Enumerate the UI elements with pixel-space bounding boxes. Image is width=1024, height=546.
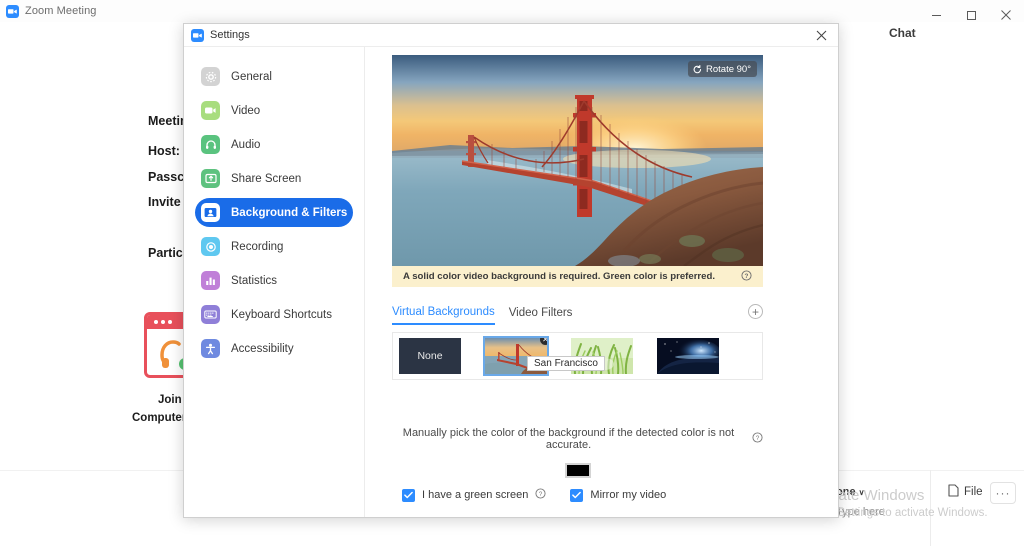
keyboard-icon xyxy=(201,305,220,324)
settings-dialog-title: Settings xyxy=(210,29,250,41)
svg-text:?: ? xyxy=(745,272,749,279)
headset-icon xyxy=(201,135,220,154)
chat-more-button[interactable]: ··· xyxy=(990,482,1016,504)
rotate-icon xyxy=(693,64,702,74)
sidebar-item-general[interactable]: General xyxy=(195,62,353,91)
background-thumbnail-strip: None ✕ San Francisco xyxy=(392,332,763,380)
sidebar-item-audio[interactable]: Audio xyxy=(195,130,353,159)
tab-video-filters[interactable]: Video Filters xyxy=(509,307,573,324)
green-screen-notice-text: A solid color video background is requir… xyxy=(402,271,716,282)
sidebar-item-share-screen[interactable]: Share Screen xyxy=(195,164,353,193)
sidebar-item-label: Keyboard Shortcuts xyxy=(231,308,333,321)
zoom-logo-icon xyxy=(191,28,204,42)
settings-titlebar: Settings xyxy=(184,24,838,47)
file-icon xyxy=(948,484,959,500)
sidebar-item-recording[interactable]: Recording xyxy=(195,232,353,261)
record-circle-icon xyxy=(201,237,220,256)
chat-panel-title: Chat xyxy=(889,26,916,40)
sidebar-item-statistics[interactable]: Statistics xyxy=(195,266,353,295)
thumbnail-none-label: None xyxy=(417,350,443,362)
svg-text:?: ? xyxy=(539,491,543,498)
close-button[interactable] xyxy=(986,0,1024,30)
thumbnail-tooltip: San Francisco xyxy=(527,356,605,371)
sidebar-item-background-and-filters[interactable]: Background & Filters xyxy=(195,198,353,227)
zoom-logo-icon xyxy=(6,4,19,18)
sidebar-item-label: Background & Filters xyxy=(231,206,348,219)
zoom-meeting-title: Zoom Meeting xyxy=(25,5,97,17)
rotate-90-button[interactable]: Rotate 90° xyxy=(688,61,757,77)
thumbnail-none[interactable]: None xyxy=(399,338,461,374)
sidebar-item-label: Accessibility xyxy=(231,342,294,355)
manual-color-text: Manually pick the color of the backgroun… xyxy=(402,427,735,451)
settings-close-button[interactable] xyxy=(804,24,838,47)
option-mirror-video[interactable]: Mirror my video xyxy=(570,488,667,502)
video-camera-icon xyxy=(201,101,220,120)
settings-dialog: Settings General Video Audio Share Scree… xyxy=(183,23,839,518)
join-audio-label-1: Join xyxy=(158,394,182,406)
chat-send-to-dropdown[interactable]: one ∨ xyxy=(836,486,864,498)
help-icon[interactable]: ? xyxy=(741,269,752,284)
help-icon[interactable]: ? xyxy=(535,488,546,502)
rotate-90-label: Rotate 90° xyxy=(706,63,751,75)
maximize-button[interactable] xyxy=(951,0,991,30)
background-color-swatch[interactable] xyxy=(564,463,591,478)
green-screen-notice: A solid color video background is requir… xyxy=(392,266,763,287)
gear-icon xyxy=(201,67,220,86)
sidebar-item-label: Audio xyxy=(231,138,261,151)
host-label: Host: xyxy=(148,144,180,158)
share-screen-icon xyxy=(201,169,220,188)
person-card-icon xyxy=(201,203,220,222)
background-options: I have a green screen ? Mirror my video xyxy=(392,488,763,502)
svg-text:?: ? xyxy=(756,435,760,442)
chat-file-button[interactable]: File xyxy=(948,484,983,500)
background-tabs: Virtual Backgrounds Video Filters + xyxy=(392,304,763,325)
tab-virtual-backgrounds[interactable]: Virtual Backgrounds xyxy=(392,306,495,325)
sidebar-item-label: General xyxy=(231,70,272,83)
mirror-video-checkbox[interactable] xyxy=(570,488,584,502)
sidebar-item-label: Share Screen xyxy=(231,172,302,185)
green-screen-checkbox[interactable] xyxy=(402,488,415,502)
settings-sidebar: General Video Audio Share Screen Backgro… xyxy=(184,47,365,517)
toolbar-vertical-divider xyxy=(930,470,931,546)
bar-chart-icon xyxy=(201,271,220,290)
chevron-down-icon: ∨ xyxy=(858,487,865,497)
manual-color-hint: Manually pick the color of the backgroun… xyxy=(392,427,763,451)
minimize-button[interactable] xyxy=(916,0,956,30)
settings-body: General Video Audio Share Screen Backgro… xyxy=(184,47,838,517)
mirror-video-label: Mirror my video xyxy=(590,489,667,501)
sidebar-item-label: Video xyxy=(231,104,261,117)
green-screen-label: I have a green screen xyxy=(422,489,529,501)
accessibility-icon xyxy=(201,339,220,358)
thumbnail-earth[interactable] xyxy=(657,338,719,374)
sidebar-item-label: Recording xyxy=(231,240,284,253)
sidebar-item-video[interactable]: Video xyxy=(195,96,353,125)
add-background-button[interactable]: + xyxy=(748,304,763,319)
help-icon[interactable]: ? xyxy=(752,432,763,446)
screen: Zoom Meeting Chat Meeting Host: Passcode… xyxy=(0,0,1024,546)
chat-message-input[interactable]: Type here xyxy=(836,506,885,518)
video-preview: Rotate 90° xyxy=(392,55,763,266)
chat-file-label: File xyxy=(964,486,983,498)
sidebar-item-label: Statistics xyxy=(231,274,278,287)
option-green-screen[interactable]: I have a green screen ? xyxy=(402,488,546,502)
settings-content-background-filters: Rotate 90° A solid color video backgroun… xyxy=(365,47,838,517)
color-picker-row xyxy=(392,463,763,478)
sidebar-item-accessibility[interactable]: Accessibility xyxy=(195,334,353,363)
zoom-meeting-titlebar: Zoom Meeting xyxy=(0,0,1024,22)
invite-link-label: Invite xyxy=(148,195,181,209)
sidebar-item-keyboard-shortcuts[interactable]: Keyboard Shortcuts xyxy=(195,300,353,329)
